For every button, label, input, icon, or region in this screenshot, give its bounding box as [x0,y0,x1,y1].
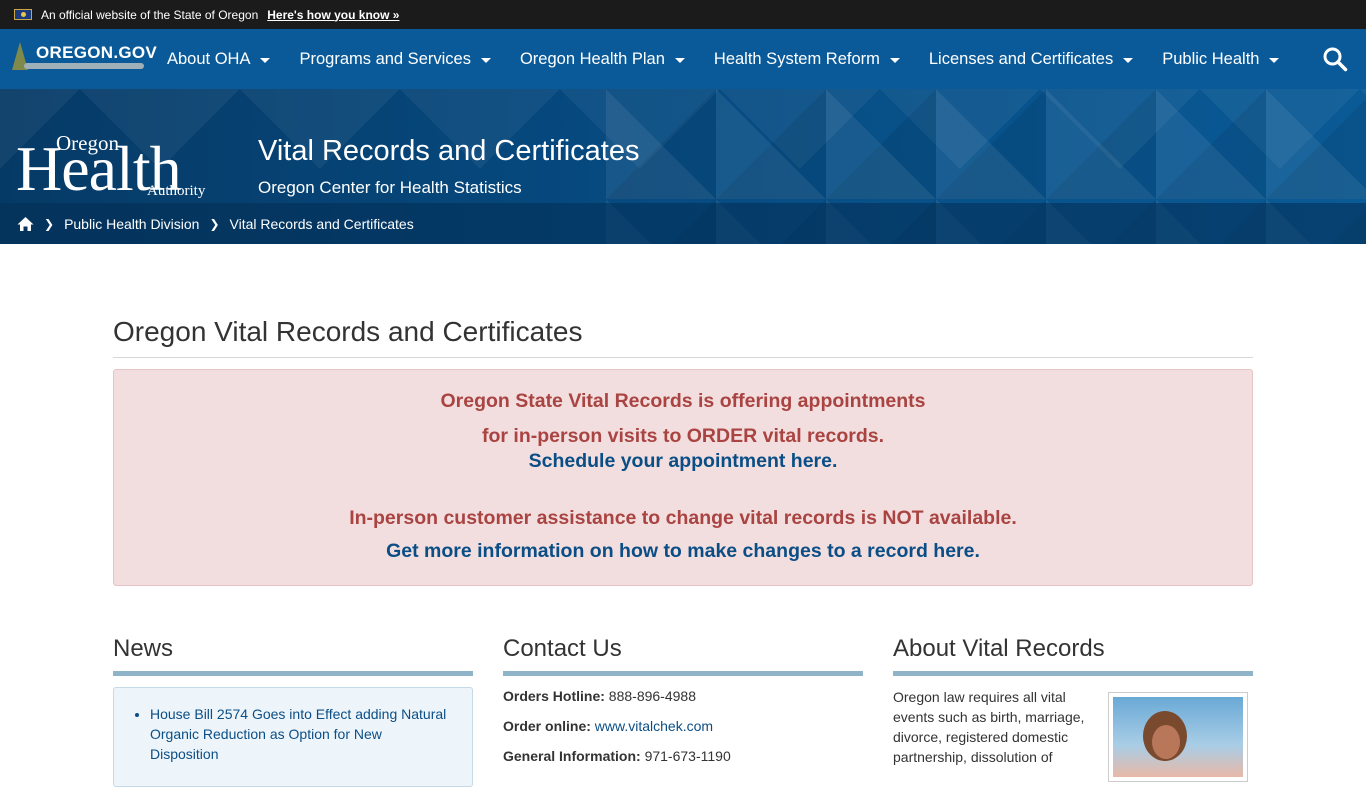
menu-licenses-certificates[interactable]: Licenses and Certificates [928,49,1134,69]
hero-subtitle: Oregon Center for Health Statistics [258,178,522,197]
menu-health-system-reform[interactable]: Health System Reform [714,50,900,69]
home-icon[interactable] [17,216,34,232]
menu-label: Public Health [1162,49,1260,68]
oregon-gov-wordmark: OREGON.GOV [36,43,158,62]
photo-woman [1113,697,1243,777]
hero-banner: Oregon Health Authority Vital Records an… [0,89,1366,244]
breadcrumb: ❯ Public Health Division ❯ Vital Records… [0,203,1366,244]
logo-authority-text: Authority [147,183,206,199]
schedule-appointment-link[interactable]: Schedule your appointment here [529,450,832,472]
oregon-gov-logo[interactable]: OREGON.GOV [10,29,160,89]
appointment-alert: Oregon State Vital Records is offering a… [113,369,1253,586]
menu-label: Programs and Services [299,49,471,68]
menu-label: About OHA [167,49,251,68]
chevron-right-icon: ❯ [44,216,55,231]
news-list: House Bill 2574 Goes into Effect adding … [113,687,473,787]
menu-programs-services[interactable]: Programs and Services [299,50,491,69]
general-info-value: 971-673-1190 [644,748,731,764]
content-columns: News House Bill 2574 Goes into Effect ad… [113,635,1253,787]
alert-period: . [831,450,838,472]
main-menu: About OHA Programs and Services Oregon H… [167,29,1308,89]
oha-logo[interactable]: Oregon Health Authority [16,127,216,203]
about-section: Oregon law requires all vital events suc… [893,687,1253,782]
caret-down-icon [674,57,685,63]
news-heading: News [113,635,473,676]
contact-heading: Contact Us [503,635,863,676]
search-icon[interactable] [1322,46,1348,72]
contact-column: Contact Us Orders Hotline: 888-896-4988 … [503,635,863,787]
menu-about-oha[interactable]: About OHA [167,49,271,69]
about-heading: About Vital Records [893,635,1253,676]
chevron-right-icon: ❯ [209,216,220,231]
page-title: Oregon Vital Records and Certificates [113,316,1253,358]
breadcrumb-public-health[interactable]: Public Health Division [64,216,199,232]
top-navigation: OREGON.GOV About OHA Programs and Servic… [0,29,1366,89]
orders-hotline-value: 888-896-4988 [608,688,696,704]
photo-face [1152,725,1180,759]
alert-line: for in-person visits to ORDER vital reco… [482,425,884,447]
about-photo [1108,692,1248,782]
menu-label: Health System Reform [713,49,880,68]
vitalchek-link[interactable]: www.vitalchek.com [595,718,713,734]
news-column: News House Bill 2574 Goes into Effect ad… [113,635,473,787]
about-text: Oregon law requires all vital events suc… [893,689,1085,765]
breadcrumb-current: Vital Records and Certificates [229,215,414,232]
menu-public-health[interactable]: Public Health [1162,49,1280,69]
general-info-label: General Information: [503,748,641,764]
hero-title: Vital Records and Certificates [258,135,640,167]
alert-line: In-person customer assistance to change … [349,507,1017,529]
record-changes-link[interactable]: Get more information on how to make chan… [386,540,980,562]
how-you-know-link[interactable]: Here's how you know » [267,8,399,22]
oregon-flag-icon [14,9,32,20]
main-content: Oregon Vital Records and Certificates Or… [113,285,1253,787]
caret-down-icon [1123,57,1134,63]
caret-down-icon [260,57,271,63]
menu-oregon-health-plan[interactable]: Oregon Health Plan [520,50,685,69]
menu-label: Oregon Health Plan [519,49,665,68]
menu-label: Licenses and Certificates [928,49,1114,68]
caret-down-icon [889,57,900,63]
contact-info: Orders Hotline: 888-896-4988 Order onlin… [503,686,863,766]
official-site-text: An official website of the State of Oreg… [41,7,259,22]
orders-hotline-label: Orders Hotline: [503,688,605,704]
alert-line: Oregon State Vital Records is offering a… [440,390,926,412]
order-online-label: Order online: [503,718,591,734]
news-item[interactable]: House Bill 2574 Goes into Effect adding … [150,704,452,764]
caret-down-icon [1269,57,1280,63]
caret-down-icon [480,57,491,63]
about-column: About Vital Records Oregon law requires … [893,635,1253,787]
official-banner: An official website of the State of Oreg… [0,0,1366,29]
river-graphic [24,63,144,69]
